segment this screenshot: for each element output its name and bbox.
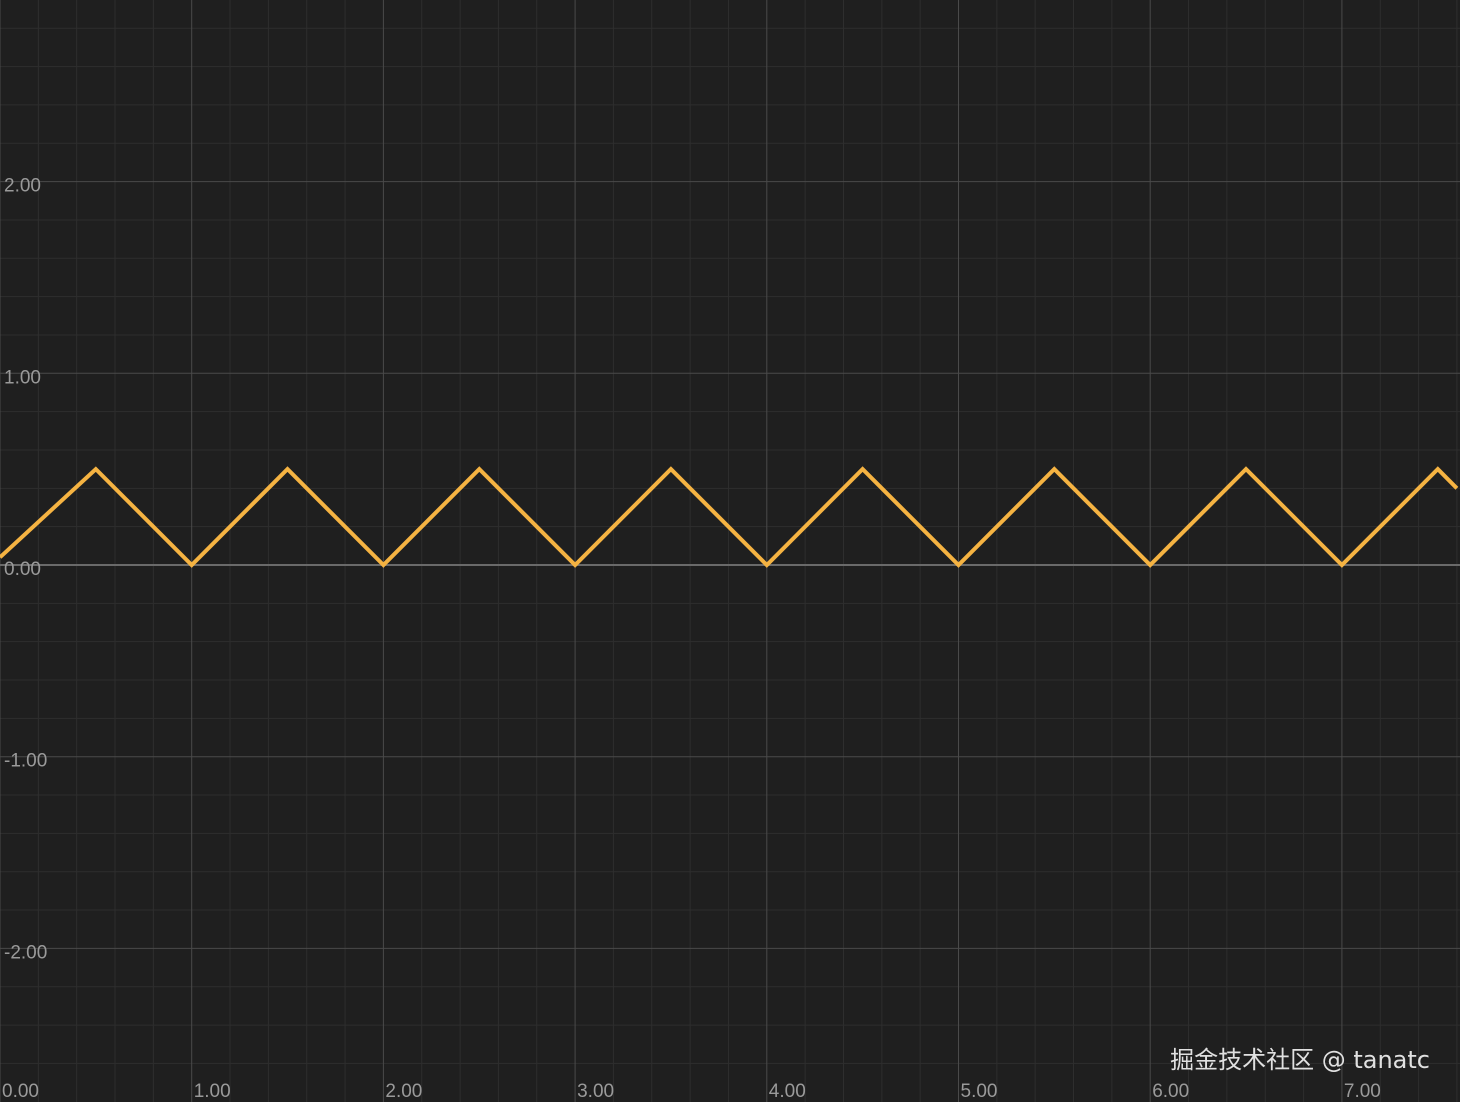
x-tick-label: 3.00 — [577, 1081, 614, 1102]
x-tick-label: 4.00 — [769, 1081, 806, 1102]
x-tick-label: 2.00 — [385, 1081, 422, 1102]
x-tick-label: 1.00 — [194, 1081, 231, 1102]
minor-grid — [0, 0, 1460, 1102]
line-chart: 0.00 1.00 2.00 3.00 4.00 5.00 6.00 7.00 2.00 1.0… — [0, 0, 1460, 1102]
y-tick-label: 0.00 — [4, 559, 41, 580]
y-tick-label: 1.00 — [4, 367, 41, 388]
major-grid — [0, 0, 1460, 1102]
watermark-text: 掘金技术社区 @ tanatc — [1170, 1046, 1430, 1074]
y-axis-tick-labels: 2.00 1.00 0.00 -1.00 -2.00 — [4, 176, 47, 964]
chart-container: 0.00 1.00 2.00 3.00 4.00 5.00 6.00 7.00 2.00 1.0… — [0, 0, 1460, 1102]
x-axis-tick-labels: 0.00 1.00 2.00 3.00 4.00 5.00 6.00 7.00 — [2, 1081, 1381, 1102]
x-tick-label: 0.00 — [2, 1081, 39, 1102]
y-tick-label: -1.00 — [4, 751, 47, 772]
x-tick-label: 5.00 — [961, 1081, 998, 1102]
y-tick-label: 2.00 — [4, 176, 41, 197]
x-tick-label: 6.00 — [1152, 1081, 1189, 1102]
y-tick-label: -2.00 — [4, 942, 47, 963]
x-tick-label: 7.00 — [1344, 1081, 1381, 1102]
